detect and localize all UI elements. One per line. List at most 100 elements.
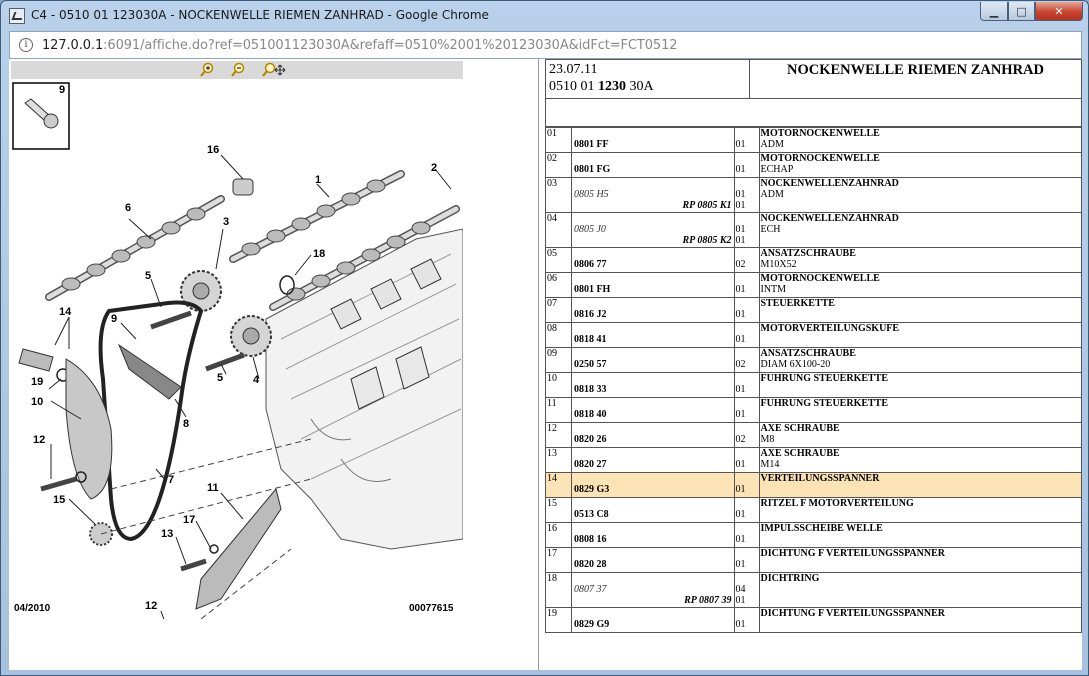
part-qty: 01 xyxy=(735,484,746,495)
callout-8: 8 xyxy=(183,418,189,430)
parts-row[interactable]: 09 0250 57 02 ANSATZSCHRAUBE DIAM 6X100-20 xyxy=(545,347,1082,373)
header-spacer xyxy=(545,99,1082,127)
parts-row[interactable]: 03 0805 H5 RP 0805 K1 01 01 NOCKENWELLENZAHNR… xyxy=(545,177,1082,213)
close-button[interactable]: ✕ xyxy=(1035,2,1083,21)
zoom-toolbar xyxy=(11,61,463,79)
part-qty: 02 xyxy=(735,434,746,445)
parts-row[interactable]: 05 0806 77 02 ANSATZSCHRAUBE M10X52 xyxy=(545,247,1082,273)
part-ref-cell: 0807 37 RP 0807 39 xyxy=(570,572,735,608)
part-qty: 01 xyxy=(735,534,746,545)
diagram-pane: 9 16 1 2 6 3 18 5 14 9 19 10 5 4 8 12 7 … xyxy=(9,59,539,670)
part-ref[interactable]: 0818 40 xyxy=(573,398,733,420)
part-name: DICHTUNG F VERTEILUNGSSPANNER xyxy=(760,608,946,619)
part-name: FUHRUNG STEUERKETTE xyxy=(760,398,889,409)
parts-row[interactable]: 07 0816 J2 01 STEUERKETTE xyxy=(545,297,1082,323)
part-qty: 01 xyxy=(735,619,746,630)
parts-row[interactable]: 15 0513 C8 01 RITZEL F MOTORVERTEILUNG xyxy=(545,497,1082,523)
part-ref[interactable]: 0808 16 xyxy=(573,523,733,545)
parts-row[interactable]: 01 0801 FF 01 MOTORNOCKENWELLE ADM xyxy=(545,127,1082,153)
parts-row[interactable]: 13 0820 27 01 AXE SCHRAUBE M14 xyxy=(545,447,1082,473)
part-ref[interactable]: 0250 57 xyxy=(573,348,733,370)
part-ref[interactable]: 0820 27 xyxy=(573,448,733,470)
part-qty-cell: 01 xyxy=(733,152,760,178)
part-ref[interactable]: 0805 H5 xyxy=(573,178,733,200)
callout-14: 14 xyxy=(59,306,72,318)
parts-row[interactable]: 17 0820 28 01 DICHTUNG F VERTEILUNGSSPANNER xyxy=(545,547,1082,573)
part-name: DICHTUNG F VERTEILUNGSSPANNER xyxy=(760,548,946,559)
part-replacement[interactable]: RP 0805 K2 xyxy=(573,235,733,246)
minimize-button[interactable]: ▁ xyxy=(980,2,1008,21)
page-content: 9 16 1 2 6 3 18 5 14 9 19 10 5 4 8 12 7 … xyxy=(9,59,1082,670)
parts-row[interactable]: 06 0801 FH 01 MOTORNOCKENWELLE INTM xyxy=(545,272,1082,298)
part-replacement[interactable]: RP 0805 K1 xyxy=(573,200,733,211)
part-index: 16 xyxy=(545,522,572,548)
pan-icon[interactable] xyxy=(261,62,287,78)
part-name: VERTEILUNGSSPANNER xyxy=(760,473,880,484)
callout-3: 3 xyxy=(223,216,229,228)
part-ref[interactable]: 0820 26 xyxy=(573,423,733,445)
part-desc-cell: MOTORNOCKENWELLE ADM xyxy=(758,127,1082,153)
part-variant: M14 xyxy=(760,459,780,470)
callout-16: 16 xyxy=(207,144,219,156)
maximize-button[interactable]: □ xyxy=(1008,2,1035,21)
callout-17: 17 xyxy=(183,514,195,526)
part-qty-cell: 01 xyxy=(733,547,760,573)
zoom-in-icon[interactable] xyxy=(198,62,216,78)
part-index: 10 xyxy=(545,372,572,398)
callout-18: 18 xyxy=(313,248,325,260)
part-name: STEUERKETTE xyxy=(760,298,835,309)
part-qty-cell: 01 xyxy=(733,607,760,633)
address-bar[interactable]: i 127.0.0.1:6091/affiche.do?ref=05100112… xyxy=(9,31,1082,59)
part-desc-cell: ANSATZSCHRAUBE DIAM 6X100-20 xyxy=(758,347,1082,373)
part-qty: 01 xyxy=(735,509,746,520)
part-variant: ADM xyxy=(760,139,784,150)
diagram-illustration: 9 16 1 2 6 3 18 5 14 9 19 10 5 4 8 12 7 … xyxy=(12,82,464,644)
parts-row[interactable]: 12 0820 26 02 AXE SCHRAUBE M8 xyxy=(545,422,1082,448)
part-qty: 01 xyxy=(735,559,746,570)
part-desc-cell: FUHRUNG STEUERKETTE xyxy=(758,397,1082,423)
part-index: 13 xyxy=(545,447,572,473)
parts-row[interactable]: 08 0818 41 01 MOTORVERTEILUNGSKUFE xyxy=(545,322,1082,348)
part-ref[interactable]: 0816 J2 xyxy=(573,298,733,320)
callout-9: 9 xyxy=(111,313,117,325)
header-date: 23.07.11 xyxy=(549,62,598,77)
callout-10: 10 xyxy=(31,396,43,408)
zoom-out-icon[interactable] xyxy=(229,62,247,78)
part-qty-cell: 02 xyxy=(733,247,760,273)
part-replacement[interactable]: RP 0807 39 xyxy=(573,595,733,606)
part-qty-cell: 01 01 xyxy=(733,212,760,248)
part-ref[interactable]: 0818 33 xyxy=(573,373,733,395)
part-qty-cell: 01 xyxy=(733,322,760,348)
parts-row[interactable]: 16 0808 16 01 IMPULSSCHEIBE WELLE xyxy=(545,522,1082,548)
parts-row[interactable]: 04 0805 J0 RP 0805 K2 01 01 NOCKENWELLENZAHNR… xyxy=(545,212,1082,248)
part-ref[interactable]: 0807 37 xyxy=(573,573,733,595)
part-desc-cell: NOCKENWELLENZAHNRAD ADM xyxy=(758,177,1082,213)
parts-row[interactable]: 10 0818 33 01 FUHRUNG STEUERKETTE xyxy=(545,372,1082,398)
part-ref-cell: 0818 41 xyxy=(570,322,735,348)
part-ref[interactable]: 0806 77 xyxy=(573,248,733,270)
part-ref[interactable]: 0820 28 xyxy=(573,548,733,570)
parts-row[interactable]: 19 0829 G9 01 DICHTUNG F VERTEILUNGSSPANNER xyxy=(545,607,1082,633)
part-ref-cell: 0801 FG xyxy=(570,152,735,178)
part-ref-cell: 0818 40 xyxy=(570,397,735,423)
part-ref[interactable]: 0801 FF xyxy=(573,128,733,150)
part-ref[interactable]: 0829 G9 xyxy=(573,608,733,630)
callout-2: 2 xyxy=(431,162,437,174)
part-qty-cell: 01 xyxy=(733,372,760,398)
url-text[interactable]: 127.0.0.1:6091/affiche.do?ref=0510011230… xyxy=(42,38,678,53)
part-ref[interactable]: 0805 J0 xyxy=(573,213,733,235)
info-icon[interactable]: i xyxy=(19,38,33,52)
part-ref[interactable]: 0513 C8 xyxy=(573,498,733,520)
part-ref[interactable]: 0801 FG xyxy=(573,153,733,175)
parts-row[interactable]: 02 0801 FG 01 MOTORNOCKENWELLE ECHAP xyxy=(545,152,1082,178)
callout-12a: 12 xyxy=(33,434,45,446)
parts-row[interactable]: 18 0807 37 RP 0807 39 04 01 DICHTRING xyxy=(545,572,1082,608)
part-desc-cell: RITZEL F MOTORVERTEILUNG xyxy=(758,497,1082,523)
parts-row[interactable]: 11 0818 40 01 FUHRUNG STEUERKETTE xyxy=(545,397,1082,423)
part-ref[interactable]: 0829 G3 xyxy=(573,473,733,495)
part-ref[interactable]: 0818 41 xyxy=(573,323,733,345)
part-ref[interactable]: 0801 FH xyxy=(573,273,733,295)
exploded-diagram[interactable]: 9 16 1 2 6 3 18 5 14 9 19 10 5 4 8 12 7 … xyxy=(11,79,464,644)
parts-row[interactable]: 14 0829 G3 01 VERTEILUNGSSPANNER xyxy=(545,472,1082,498)
part-qty-cell: 01 01 xyxy=(733,177,760,213)
